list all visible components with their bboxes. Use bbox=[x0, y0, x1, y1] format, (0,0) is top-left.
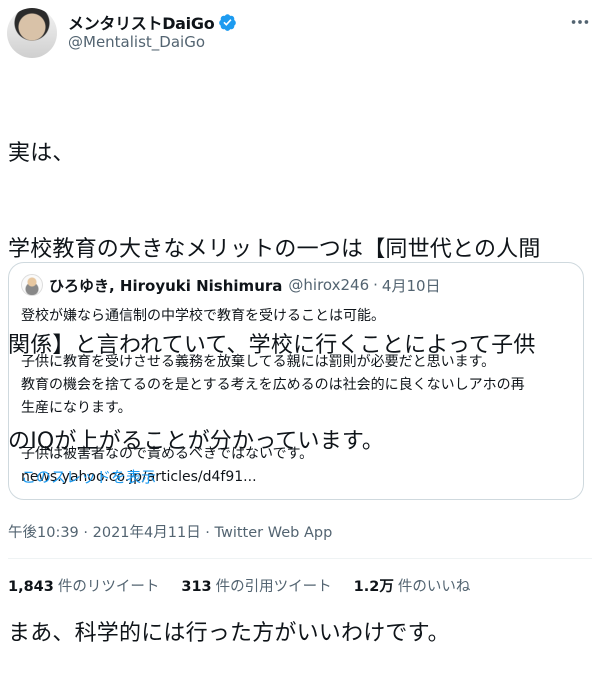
quoted-line: 登校が嫌なら通信制の中学校で教育を受けることは可能。 bbox=[21, 308, 385, 324]
quoted-line: 子供は被害者なので責めるべきではないです。 bbox=[21, 446, 314, 462]
retweets-label: 件のリツイート bbox=[57, 579, 160, 595]
quoted-author-avatar[interactable] bbox=[21, 274, 43, 296]
author-handle[interactable]: @Mentalist_DaiGo bbox=[68, 33, 205, 51]
quotes-count: 313 bbox=[181, 579, 212, 595]
quoted-tweet-date[interactable]: 4月10日 bbox=[382, 275, 441, 296]
quoted-tweet-card[interactable]: ひろゆき, Hiroyuki Nishimura @hirox246 · 4月1… bbox=[8, 262, 584, 500]
retweets-stat[interactable]: 1,843 件のリツイート bbox=[8, 575, 159, 596]
quoted-line: 子供に教育を受けさせる義務を放棄してる親には罰則が必要だと思います。 bbox=[21, 354, 496, 370]
author-name-row: メンタリストDaiGo bbox=[68, 10, 237, 34]
likes-label: 件のいいね bbox=[397, 579, 471, 595]
quoted-tweet-header: ひろゆき, Hiroyuki Nishimura @hirox246 · 4月1… bbox=[21, 274, 441, 296]
retweets-count: 1,843 bbox=[8, 579, 54, 595]
tweet-line: 実は、 bbox=[8, 141, 75, 166]
separator-dot: · bbox=[373, 276, 378, 294]
quoted-line-blank bbox=[21, 328, 576, 351]
more-options-icon[interactable] bbox=[569, 11, 591, 33]
tweet-line: まあ、科学的には行った方がいいわけです。 bbox=[8, 621, 450, 646]
quoted-author-name[interactable]: ひろゆき, Hiroyuki Nishimura bbox=[49, 275, 282, 296]
show-thread-link[interactable]: このスレッドを表示 bbox=[21, 466, 156, 487]
verified-badge-icon bbox=[219, 13, 237, 31]
quoted-line-blank bbox=[21, 420, 576, 443]
quoted-line: 教育の機会を捨てるのを是とする考えを広めるのは社会的に良くないしアホの再 bbox=[21, 377, 525, 393]
quoted-author-handle[interactable]: @hirox246 bbox=[288, 276, 369, 294]
likes-count: 1.2万 bbox=[353, 579, 394, 595]
likes-stat[interactable]: 1.2万 件のいいね bbox=[354, 575, 471, 596]
tweet-timestamp[interactable]: 午後10:39 · 2021年4月11日 · Twitter Web App bbox=[8, 521, 332, 542]
quotes-label: 件の引用ツイート bbox=[215, 579, 332, 595]
author-display-name[interactable]: メンタリストDaiGo bbox=[68, 10, 215, 34]
divider bbox=[8, 558, 592, 559]
author-avatar[interactable] bbox=[7, 8, 57, 58]
quoted-tweet-text: 登校が嫌なら通信制の中学校で教育を受けることは可能。 子供に教育を受けさせる義務… bbox=[21, 305, 576, 489]
quoted-line: 生産になります。 bbox=[21, 400, 132, 416]
engagement-stats: 1,843 件のリツイート 313 件の引用ツイート 1.2万 件のいいね bbox=[8, 575, 492, 596]
quotes-stat[interactable]: 313 件の引用ツイート bbox=[181, 575, 331, 596]
